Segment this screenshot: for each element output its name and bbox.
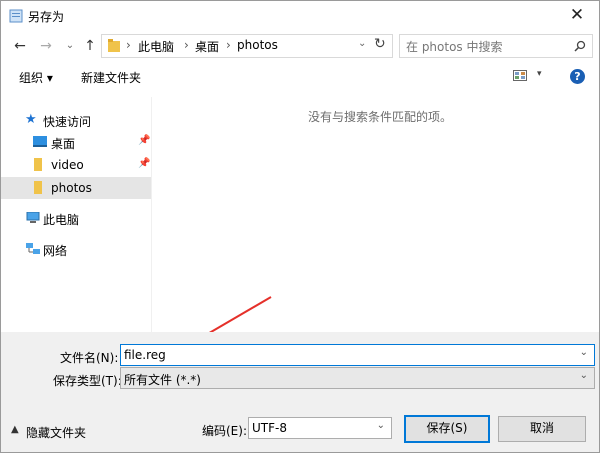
encoding-value: UTF-8 [252,421,287,435]
collapse-icon[interactable]: ▲ [11,424,19,435]
chevron-down-icon[interactable]: ⌄ [377,420,385,431]
filetype-value: 所有文件 (*.*) [124,373,201,387]
filename-field[interactable]: file.reg ⌄ [120,344,595,366]
filetype-select[interactable]: 所有文件 (*.*) ⌄ [120,367,595,389]
encoding-select[interactable]: UTF-8 ⌄ [248,417,392,439]
encoding-label: 编码(E): [202,424,247,438]
filename-input[interactable]: file.reg [124,348,166,362]
save-as-dialog: 另存为 ✕ ← → ⌄ ↑ › 此电脑 › 桌面 › photos ⌄ ↻ 在 … [0,0,600,453]
chevron-down-icon[interactable]: ⌄ [580,347,588,358]
filetype-label: 保存类型(T): [53,374,122,388]
save-button[interactable]: 保存(S) [404,415,490,443]
chevron-down-icon[interactable]: ⌄ [580,370,588,381]
cancel-button[interactable]: 取消 [498,416,586,442]
hide-folders-button[interactable]: 隐藏文件夹 [26,424,86,441]
filename-label: 文件名(N): [60,351,119,365]
save-options-panel: 文件名(N): file.reg ⌄ 保存类型(T): 所有文件 (*.*) ⌄… [1,332,599,452]
